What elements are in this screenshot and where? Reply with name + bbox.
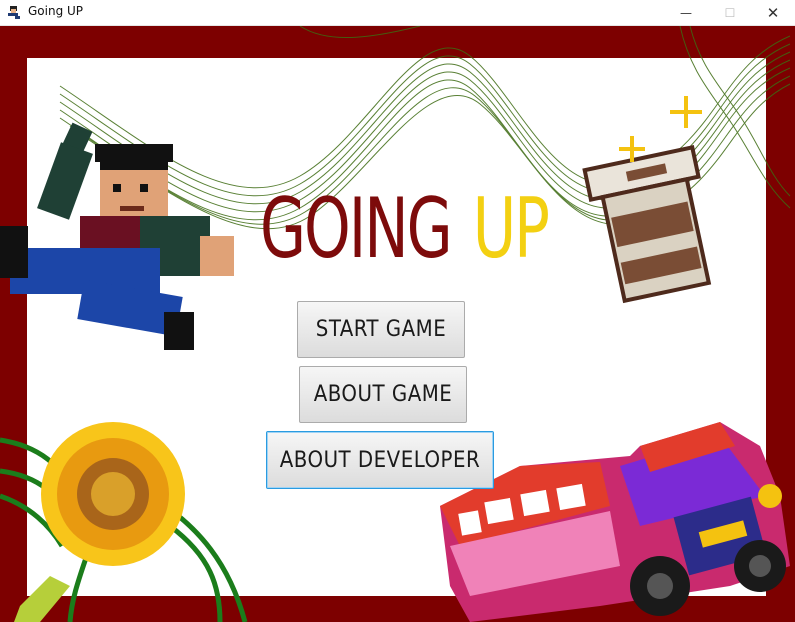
start-game-button[interactable]: START GAME [297,301,465,358]
title-bar: Going UP — ☐ ✕ [0,0,795,26]
game-logo: GOING UP [260,187,550,271]
about-developer-button[interactable]: ABOUT DEVELOPER [266,431,494,489]
about-game-button[interactable]: ABOUT GAME [299,366,467,423]
close-button[interactable]: ✕ [751,0,795,25]
maximize-button[interactable]: ☐ [708,0,752,25]
logo-word-going: GOING [260,180,453,277]
logo-word-up: UP [472,180,550,277]
app-icon [8,6,20,19]
minimize-button[interactable]: — [664,0,708,25]
window-title: Going UP [28,4,84,18]
game-stage: GOING UP START GAME ABOUT GAME ABOUT DEVE… [0,26,795,622]
